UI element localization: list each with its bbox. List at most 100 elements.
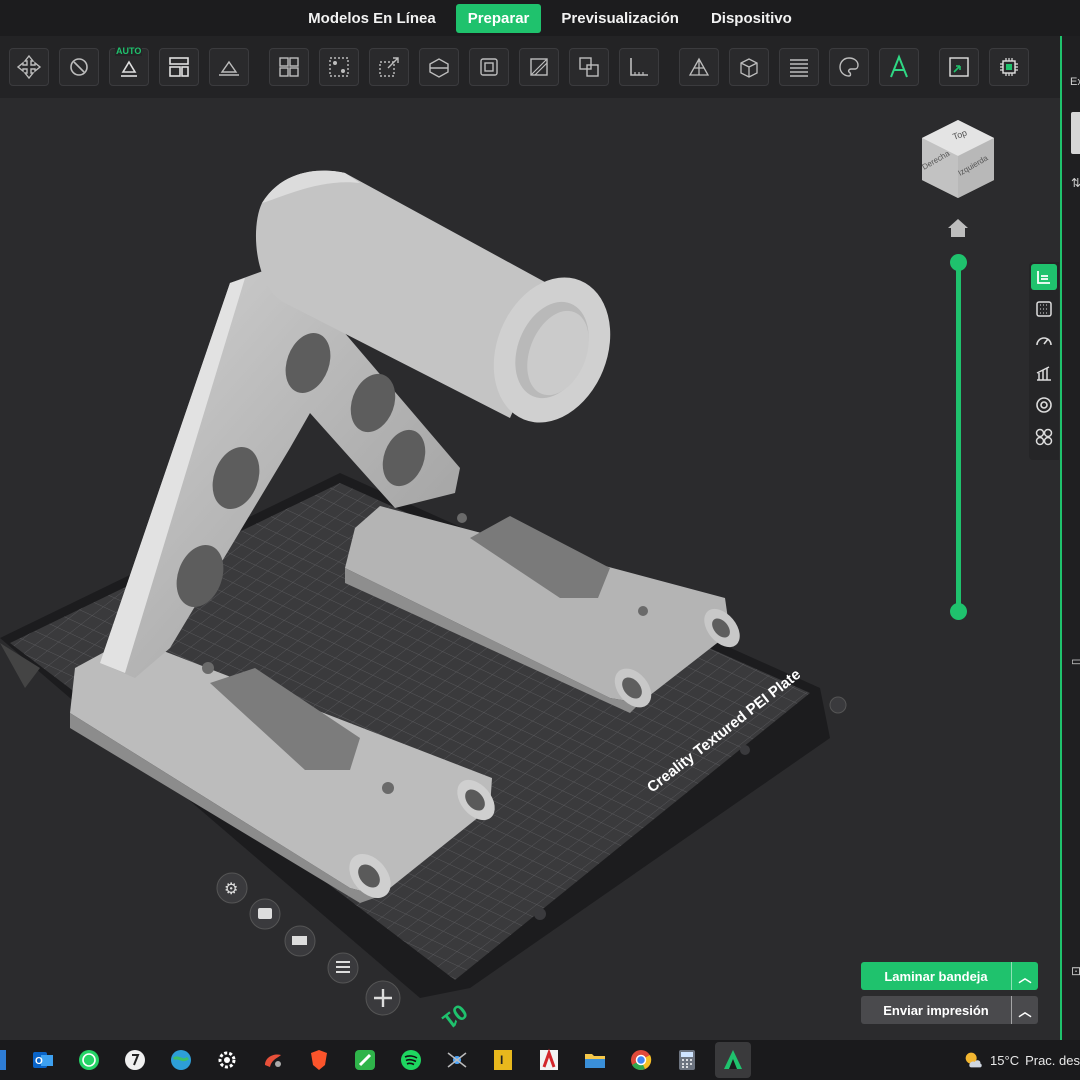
creality-print-app[interactable] bbox=[715, 1042, 751, 1078]
mesh-button[interactable] bbox=[679, 48, 719, 86]
variable-layer-button[interactable] bbox=[779, 48, 819, 86]
move-button[interactable] bbox=[9, 48, 49, 86]
tab-online-models[interactable]: Modelos En Línea bbox=[296, 4, 448, 33]
figma-app[interactable] bbox=[255, 1042, 291, 1078]
pen-icon bbox=[355, 1050, 375, 1070]
slice-plate-button[interactable]: Laminar bandeja ︿ bbox=[861, 962, 1038, 990]
svg-text:O: O bbox=[35, 1056, 43, 1067]
chevron-up-icon[interactable]: ︿ bbox=[1011, 962, 1038, 990]
speed-icon bbox=[1036, 337, 1052, 346]
file-explorer-icon bbox=[585, 1054, 605, 1068]
layer-slider-top-handle[interactable] bbox=[950, 254, 967, 271]
spotify-app[interactable] bbox=[393, 1042, 429, 1078]
gear-icon: ⚙ bbox=[224, 881, 238, 898]
pen-app[interactable] bbox=[347, 1042, 383, 1078]
seam-paint-button[interactable] bbox=[569, 48, 609, 86]
settings-icon bbox=[218, 1051, 236, 1069]
process-side-tools bbox=[1029, 262, 1059, 460]
layer-slider-track[interactable] bbox=[956, 263, 961, 611]
support-button[interactable] bbox=[1031, 360, 1057, 386]
whatsapp-app[interactable] bbox=[71, 1042, 107, 1078]
object-list-icon[interactable]: ▭ bbox=[1071, 654, 1080, 668]
chrome-app[interactable] bbox=[623, 1042, 659, 1078]
auto-orient-plate-icon bbox=[292, 936, 307, 945]
svg-text:I: I bbox=[500, 1053, 503, 1067]
send-print-button[interactable]: Enviar impresión ︿ bbox=[861, 996, 1038, 1024]
onedrive-app[interactable] bbox=[117, 1042, 153, 1078]
file-explorer-app[interactable] bbox=[577, 1042, 613, 1078]
chevron-up-icon[interactable]: ︿ bbox=[1011, 996, 1038, 1024]
weather-icon[interactable] bbox=[962, 1049, 984, 1071]
split-parts-button[interactable] bbox=[319, 48, 359, 86]
tab-preview[interactable]: Previsualización bbox=[549, 4, 691, 33]
layer-slider-bottom-handle[interactable] bbox=[950, 603, 967, 620]
arrange-button[interactable] bbox=[159, 48, 199, 86]
variable-layer-icon bbox=[790, 59, 808, 77]
settings-app[interactable] bbox=[209, 1042, 245, 1078]
whatsapp-icon bbox=[79, 1050, 99, 1070]
printer-preset-box[interactable] bbox=[1071, 112, 1080, 154]
assembly-button[interactable] bbox=[939, 48, 979, 86]
cut-button[interactable] bbox=[419, 48, 459, 86]
autocad-app[interactable] bbox=[531, 1042, 567, 1078]
drone-icon bbox=[447, 1052, 467, 1068]
chip-button[interactable] bbox=[989, 48, 1029, 86]
creality-print-icon bbox=[724, 1050, 742, 1069]
color-paint-icon bbox=[839, 57, 859, 77]
taskbar-edge-icon[interactable] bbox=[0, 1050, 6, 1070]
top-navigation: Modelos En Línea Preparar Previsualizaci… bbox=[0, 0, 1080, 36]
support-paint-button[interactable] bbox=[519, 48, 559, 86]
rotate-button[interactable] bbox=[59, 48, 99, 86]
world-icon bbox=[171, 1050, 191, 1070]
cooling-button[interactable] bbox=[1031, 392, 1057, 418]
auto-badge: AUTO bbox=[115, 46, 143, 56]
world-app[interactable] bbox=[163, 1042, 199, 1078]
expand-icon[interactable]: ⊡ bbox=[1071, 964, 1080, 978]
others-icon bbox=[1035, 428, 1053, 446]
view-cube[interactable]: Top Derecha Izquierda bbox=[918, 118, 998, 200]
others-button[interactable] bbox=[1031, 424, 1057, 450]
lay-flat-button[interactable] bbox=[209, 48, 249, 86]
arrange-icon bbox=[169, 57, 189, 77]
text-button[interactable] bbox=[879, 48, 919, 86]
inventor-app[interactable]: I bbox=[485, 1042, 521, 1078]
infill-button[interactable] bbox=[1031, 296, 1057, 322]
slice-plate-label: Laminar bandeja bbox=[884, 968, 988, 984]
autocad-icon bbox=[540, 1048, 558, 1070]
move-icon bbox=[16, 54, 42, 80]
hollow-button[interactable] bbox=[729, 48, 769, 86]
auto-orient-icon bbox=[121, 60, 137, 77]
onedrive-icon bbox=[125, 1050, 145, 1070]
3d-viewport[interactable]: Creality Textured PEI Plate 01 ⚙ Top Der… bbox=[0, 98, 1060, 1040]
scale-button[interactable] bbox=[369, 48, 409, 86]
tab-prepare[interactable]: Preparar bbox=[455, 3, 542, 33]
infill-icon bbox=[1036, 301, 1052, 317]
calculator-app[interactable] bbox=[669, 1042, 705, 1078]
layers-icon bbox=[1037, 271, 1050, 284]
split-objects-icon bbox=[279, 57, 299, 77]
color-paint-button[interactable] bbox=[829, 48, 869, 86]
lay-flat-icon bbox=[219, 60, 239, 76]
speed-button[interactable] bbox=[1031, 328, 1057, 354]
cooling-icon bbox=[1036, 397, 1052, 413]
measure-button[interactable] bbox=[619, 48, 659, 86]
settings-sliders-icon[interactable]: ⇅ bbox=[1071, 176, 1080, 190]
split-parts-icon bbox=[329, 57, 349, 77]
auto-orient-button[interactable]: AUTO bbox=[109, 46, 149, 86]
windows-taskbar: O I 15°C Prac. des bbox=[0, 1040, 1080, 1080]
layers-button[interactable] bbox=[1031, 264, 1057, 290]
spotify-icon bbox=[401, 1050, 421, 1070]
split-objects-button[interactable] bbox=[269, 48, 309, 86]
drone-app[interactable] bbox=[439, 1042, 475, 1078]
tab-device[interactable]: Dispositivo bbox=[699, 4, 804, 33]
support-paint-icon bbox=[530, 58, 548, 76]
chrome-icon bbox=[631, 1050, 652, 1070]
plate-number: 01 bbox=[438, 999, 473, 1034]
outlook-app[interactable]: O bbox=[25, 1042, 61, 1078]
brave-app[interactable] bbox=[301, 1042, 337, 1078]
send-print-label: Enviar impresión bbox=[883, 1002, 989, 1018]
measure-icon bbox=[630, 58, 648, 76]
boolean-button[interactable] bbox=[469, 48, 509, 86]
home-icon[interactable] bbox=[947, 218, 969, 238]
text-icon bbox=[890, 54, 908, 78]
